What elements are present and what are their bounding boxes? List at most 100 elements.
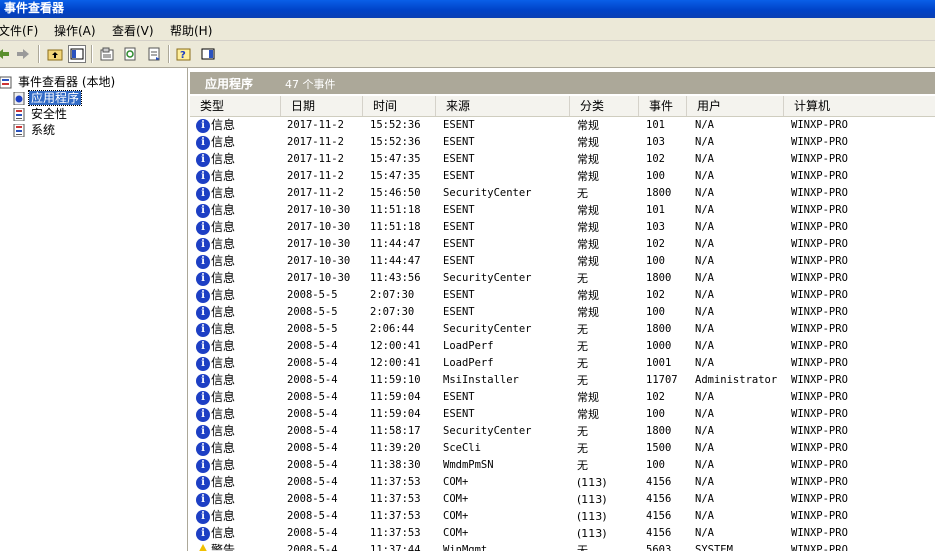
cell-type: i 信息 <box>196 287 235 304</box>
cell-type: i 信息 <box>196 117 235 134</box>
column-header-time[interactable]: 时间 <box>363 96 436 116</box>
toolbar-separator <box>168 45 170 63</box>
cell-source: LoadPerf <box>443 340 494 352</box>
refresh-icon[interactable] <box>121 45 139 63</box>
help-icon[interactable]: ? <box>175 45 193 63</box>
column-header-computer[interactable]: 计算机 <box>784 96 935 116</box>
tree-item-system[interactable]: 系统 <box>13 122 57 138</box>
cell-type-label: 信息 <box>211 322 236 336</box>
cell-date: 2017-10-30 <box>287 238 351 250</box>
svg-text:?: ? <box>180 50 186 61</box>
table-row[interactable]: i 信息 2008-5-4 12:00:41 LoadPerf 无 1000 N/A WINXP… <box>190 338 935 355</box>
table-row[interactable]: i 信息 2008-5-5 2:07:30 ESENT 常规 100 N/A WINXP-PRO <box>190 304 935 321</box>
cell-category: 常规 <box>577 153 599 166</box>
table-row[interactable]: i 信息 2017-10-30 11:43:56 SecurityCenter 无 1800… <box>190 270 935 287</box>
column-header-date[interactable]: 日期 <box>281 96 363 116</box>
info-icon: i <box>196 271 210 286</box>
cell-event: 1800 <box>646 425 672 437</box>
cell-category: 常规 <box>577 289 599 302</box>
table-row[interactable]: i 信息 2017-11-2 15:47:35 ESENT 常规 100 N/A WINXP-P… <box>190 168 935 185</box>
cell-time: 11:38:30 <box>370 459 421 471</box>
table-row[interactable]: i 信息 2017-10-30 11:44:47 ESENT 常规 102 N/A WINXP-… <box>190 236 935 253</box>
cell-date: 2008-5-4 <box>287 510 338 522</box>
column-header-type[interactable]: 类型 <box>190 96 281 116</box>
cell-source: COM+ <box>443 493 469 505</box>
cell-user: N/A <box>695 493 714 505</box>
table-row[interactable]: i 信息 2008-5-4 12:00:41 LoadPerf 无 1001 N/A WINXP… <box>190 355 935 372</box>
column-header-user[interactable]: 用户 <box>687 96 784 116</box>
column-header-event[interactable]: 事件 <box>639 96 687 116</box>
table-row[interactable]: i 信息 2008-5-4 11:38:30 WmdmPmSN 无 100 N/A WINXP-… <box>190 457 935 474</box>
table-row[interactable]: i 信息 2017-11-2 15:47:35 ESENT 常规 102 N/A WINXP-P… <box>190 151 935 168</box>
up-folder-icon[interactable] <box>46 45 64 63</box>
show-hide-tree-icon[interactable] <box>68 45 86 63</box>
cell-source: WinMgmt <box>443 544 488 551</box>
cell-user: SYSTEM <box>695 544 733 551</box>
cell-computer: WINXP-PRO <box>791 493 848 505</box>
column-header-source[interactable]: 来源 <box>436 96 570 116</box>
cell-date: 2017-11-2 <box>287 119 344 131</box>
cell-computer: WINXP-PRO <box>791 136 848 148</box>
menu-file[interactable]: 文件(F) <box>0 22 38 39</box>
show-hide-action-pane-icon[interactable] <box>199 45 217 63</box>
table-row[interactable]: i 信息 2008-5-4 11:58:17 SecurityCenter 无 1800 N/… <box>190 423 935 440</box>
cell-type-label: 信息 <box>211 186 236 200</box>
cell-category: 常规 <box>577 408 599 421</box>
back-arrow-icon[interactable] <box>0 45 12 63</box>
cell-type: i 信息 <box>196 236 235 253</box>
cell-date: 2017-11-2 <box>287 136 344 148</box>
cell-event: 102 <box>646 153 665 165</box>
menu-view[interactable]: 查看(V) <box>112 22 154 39</box>
tree-item-application[interactable]: 应用程序 <box>13 90 83 106</box>
cell-type: i 信息 <box>196 474 235 491</box>
table-row[interactable]: i 信息 2008-5-4 11:39:20 SceCli 无 1500 N/A WINXP-P… <box>190 440 935 457</box>
table-row[interactable]: i 信息 2017-11-2 15:52:36 ESENT 常规 103 N/A WINXP-P… <box>190 134 935 151</box>
cell-type: i 信息 <box>196 151 235 168</box>
cell-source: ESENT <box>443 153 475 165</box>
table-row[interactable]: i 信息 2008-5-4 11:37:53 COM+ (113) 4156 N/A WINXP… <box>190 491 935 508</box>
cell-source: ESENT <box>443 408 475 420</box>
cell-type: i 信息 <box>196 304 235 321</box>
tree-item-security[interactable]: 安全性 <box>13 106 69 122</box>
cell-time: 11:58:17 <box>370 425 421 437</box>
cell-type: i 信息 <box>196 219 235 236</box>
forward-arrow-icon[interactable] <box>14 45 32 63</box>
menu-help[interactable]: 帮助(H) <box>170 22 212 39</box>
table-row[interactable]: i 信息 2017-10-30 11:44:47 ESENT 常规 100 N/A WINXP-… <box>190 253 935 270</box>
table-row[interactable]: i 信息 2008-5-4 11:59:04 ESENT 常规 102 N/A WINXP-PR… <box>190 389 935 406</box>
table-row[interactable]: i 信息 2017-11-2 15:52:36 ESENT 常规 101 N/A WINXP-P… <box>190 117 935 134</box>
cell-source: ESENT <box>443 289 475 301</box>
export-list-icon[interactable] <box>145 45 163 63</box>
cell-category: 无 <box>577 425 588 438</box>
cell-type: i 信息 <box>196 372 235 389</box>
cell-computer: WINXP-PRO <box>791 306 848 318</box>
cell-date: 2008-5-4 <box>287 340 338 352</box>
cell-event: 4156 <box>646 510 672 522</box>
tree-root[interactable]: 事件查看器 (本地) <box>0 74 117 90</box>
cell-time: 2:06:44 <box>370 323 415 335</box>
application-log-icon <box>13 91 26 106</box>
table-row[interactable]: i 信息 2008-5-4 11:37:53 COM+ (113) 4156 N/A WINXP… <box>190 474 935 491</box>
table-row[interactable]: i 信息 2017-10-30 11:51:18 ESENT 常规 103 N/A WINXP-… <box>190 219 935 236</box>
cell-computer: WINXP-PRO <box>791 374 848 386</box>
cell-time: 11:37:53 <box>370 510 421 522</box>
properties-icon[interactable] <box>98 45 116 63</box>
menu-action[interactable]: 操作(A) <box>54 22 96 39</box>
cell-date: 2008-5-5 <box>287 289 338 301</box>
table-row[interactable]: i 信息 2008-5-5 2:07:30 ESENT 常规 102 N/A WINXP-PRO <box>190 287 935 304</box>
table-row[interactable]: i 信息 2008-5-4 11:59:04 ESENT 常规 100 N/A WINXP-PR… <box>190 406 935 423</box>
table-row[interactable]: i 信息 2008-5-4 11:59:10 MsiInstaller 无 11707 Adm… <box>190 372 935 389</box>
cell-category: 常规 <box>577 136 599 149</box>
window-title: 事件查看器 <box>4 1 65 15</box>
table-row[interactable]: i 信息 2008-5-5 2:06:44 SecurityCenter 无 1800 N/A… <box>190 321 935 338</box>
cell-event: 103 <box>646 221 665 233</box>
table-row[interactable]: 警告 2008-5-4 11:37:44 WinMgmt 无 5603 SYSTEM WINX… <box>190 542 935 551</box>
table-row[interactable]: i 信息 2008-5-4 11:37:53 COM+ (113) 4156 N/A WINXP… <box>190 508 935 525</box>
table-row[interactable]: i 信息 2017-11-2 15:46:50 SecurityCenter 无 1800 N… <box>190 185 935 202</box>
column-header-category[interactable]: 分类 <box>570 96 639 116</box>
cell-event: 4156 <box>646 527 672 539</box>
table-row[interactable]: i 信息 2008-5-4 11:37:53 COM+ (113) 4156 N/A WINXP… <box>190 525 935 542</box>
info-icon: i <box>196 220 210 235</box>
table-row[interactable]: i 信息 2017-10-30 11:51:18 ESENT 常规 101 N/A WINXP-… <box>190 202 935 219</box>
cell-type-label: 信息 <box>211 373 236 387</box>
